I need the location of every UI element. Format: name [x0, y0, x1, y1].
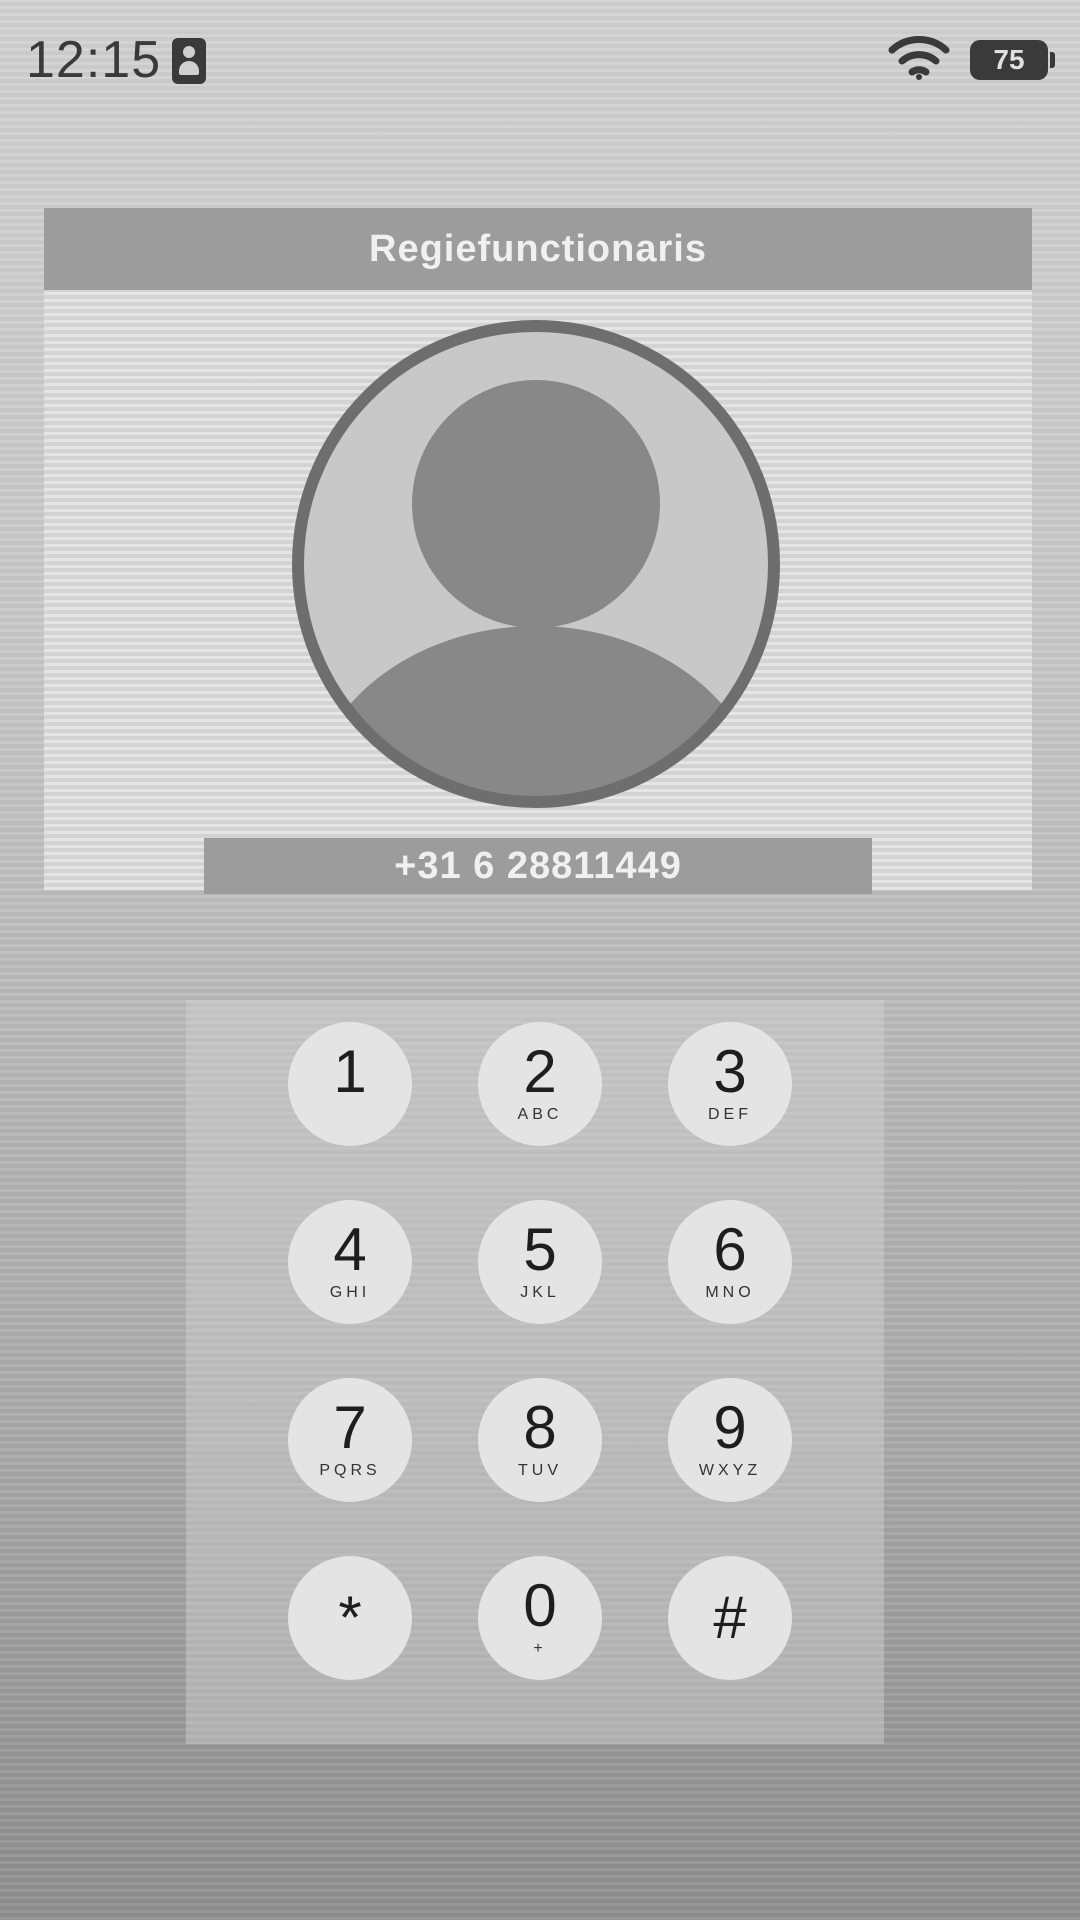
- key-9[interactable]: 9 WXYZ: [668, 1378, 792, 1502]
- contact-name-bar: Regiefunctionaris: [44, 208, 1032, 290]
- key-3[interactable]: 3 DEF: [668, 1022, 792, 1146]
- key-5[interactable]: 5 JKL: [478, 1200, 602, 1324]
- key-8[interactable]: 8 TUV: [478, 1378, 602, 1502]
- key-letters: DEF: [708, 1106, 752, 1123]
- contact-name: Regiefunctionaris: [369, 228, 707, 270]
- key-letters: +: [533, 1640, 547, 1657]
- wifi-icon: [888, 36, 950, 80]
- key-letters: ABC: [517, 1106, 563, 1123]
- battery-level: 75: [993, 44, 1025, 75]
- key-digit: 1: [333, 1038, 367, 1105]
- key-letters: GHI: [329, 1284, 371, 1301]
- phone-number-bar: +31 6 28811449: [204, 838, 872, 894]
- key-digit: *: [338, 1584, 362, 1651]
- key-4[interactable]: 4 GHI: [288, 1200, 412, 1324]
- key-digit: #: [713, 1584, 747, 1651]
- key-0[interactable]: 0 +: [478, 1556, 602, 1680]
- key-digit: 5: [523, 1216, 557, 1283]
- avatar-placeholder-icon: [292, 320, 780, 808]
- contact-card-icon: [172, 38, 206, 84]
- key-hash[interactable]: #: [668, 1556, 792, 1680]
- key-star[interactable]: *: [288, 1556, 412, 1680]
- key-digit: 9: [713, 1394, 747, 1461]
- key-digit: 6: [713, 1216, 747, 1283]
- key-2[interactable]: 2 ABC: [478, 1022, 602, 1146]
- key-digit: 3: [713, 1038, 747, 1105]
- key-6[interactable]: 6 MNO: [668, 1200, 792, 1324]
- key-1[interactable]: 1: [288, 1022, 412, 1146]
- key-7[interactable]: 7 PQRS: [288, 1378, 412, 1502]
- key-letters: PQRS: [319, 1462, 381, 1479]
- key-digit: 2: [523, 1038, 557, 1105]
- status-bar: 12:15 75: [0, 0, 1080, 120]
- key-digit: 0: [523, 1572, 557, 1639]
- status-time: 12:15: [26, 31, 162, 89]
- battery-icon: 75: [970, 40, 1048, 80]
- key-digit: 8: [523, 1394, 557, 1461]
- key-digit: 4: [333, 1216, 367, 1283]
- battery-nub: [1050, 52, 1055, 68]
- key-letters: JKL: [520, 1284, 560, 1301]
- phone-number: +31 6 28811449: [394, 845, 682, 887]
- contact-card: Regiefunctionaris +31 6 28811449: [44, 208, 1032, 894]
- key-letters: WXYZ: [698, 1462, 762, 1479]
- key-letters: MNO: [705, 1284, 755, 1301]
- key-digit: 7: [333, 1394, 367, 1461]
- key-letters: TUV: [518, 1462, 562, 1479]
